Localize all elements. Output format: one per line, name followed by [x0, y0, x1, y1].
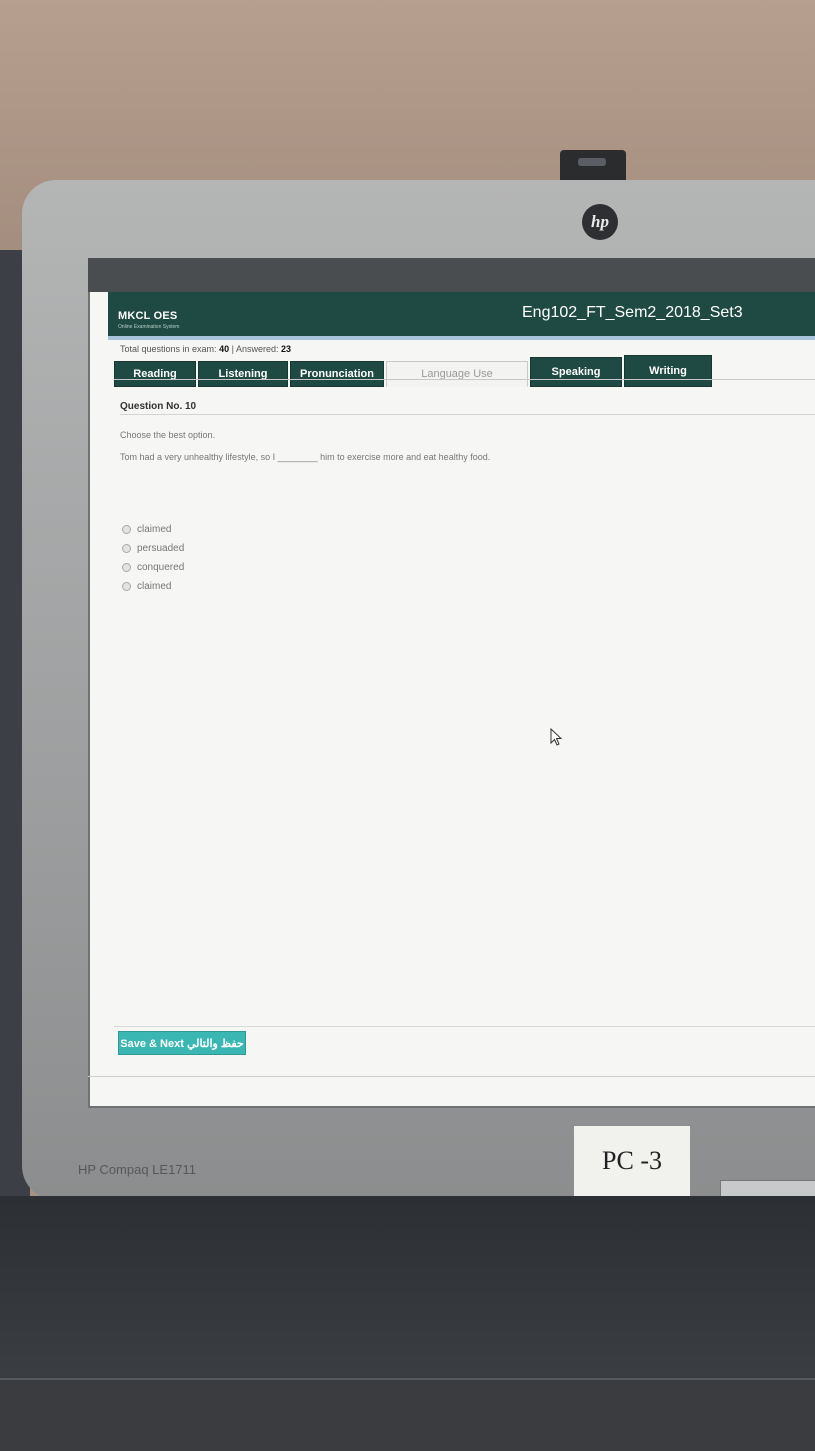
exam-stats: Total questions in exam: 40 | Answered: … [120, 344, 291, 354]
tab-pronunciation[interactable]: Pronunciation [290, 361, 384, 387]
answered-value: 23 [281, 344, 292, 354]
option-4[interactable]: claimed [122, 577, 184, 596]
tab-divider [114, 379, 815, 380]
section-tabs: Reading Listening Pronunciation Language… [114, 355, 714, 387]
desk-surface [0, 1378, 815, 1451]
exam-header: MKCL OES Online Examination System Eng10… [108, 292, 815, 336]
tab-writing[interactable]: Writing [624, 355, 712, 387]
question-stem: Tom had a very unhealthy lifestyle, so I… [120, 452, 491, 462]
answer-options: claimed persuaded conquered claimed [122, 520, 184, 596]
system-subtitle: Online Examination System [118, 324, 180, 330]
answered-label: | Answered: [231, 344, 279, 354]
radio-button[interactable] [122, 563, 131, 572]
mouse-pointer-icon [550, 728, 563, 746]
option-label: persuaded [137, 543, 185, 554]
total-questions-value: 40 [219, 344, 230, 354]
tab-reading[interactable]: Reading [114, 361, 196, 387]
question-instruction: Choose the best option. [120, 430, 216, 440]
option-label: claimed [137, 581, 172, 592]
browser-top-strip [88, 258, 815, 292]
option-3[interactable]: conquered [122, 558, 184, 577]
option-label: conquered [137, 562, 185, 573]
option-label: claimed [137, 524, 172, 535]
footer-divider [114, 1026, 815, 1027]
system-logo: MKCL OES [118, 310, 178, 322]
header-strip [108, 336, 815, 340]
tab-language-use[interactable]: Language Use [386, 361, 528, 387]
save-next-button[interactable]: Save & Next حفظ والتالي [118, 1031, 246, 1055]
monitor-model-label: HP Compaq LE1711 [78, 1162, 197, 1177]
radio-button[interactable] [122, 582, 131, 591]
monitor-screen: MKCL OES Online Examination System Eng10… [88, 258, 815, 1108]
pc-number-sticker: PC -3 [574, 1126, 690, 1196]
option-1[interactable]: claimed [122, 520, 184, 539]
total-questions-label: Total questions in exam: [120, 344, 217, 354]
tab-speaking[interactable]: Speaking [530, 357, 622, 387]
option-2[interactable]: persuaded [122, 539, 184, 558]
radio-button[interactable] [122, 544, 131, 553]
hp-logo: hp [582, 204, 618, 240]
radio-button[interactable] [122, 525, 131, 534]
question-number: Question No. 10 [120, 401, 197, 412]
exam-title: Eng102_FT_Sem2_2018_Set3 [522, 304, 743, 321]
question-divider [120, 414, 815, 415]
tab-listening[interactable]: Listening [198, 361, 288, 387]
page-bottom-divider [88, 1076, 815, 1077]
